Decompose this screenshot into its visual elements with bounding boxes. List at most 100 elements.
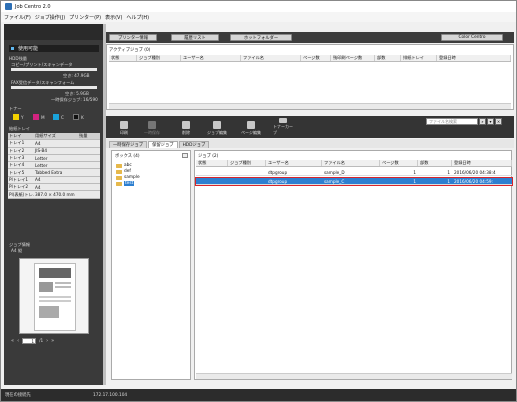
menu-job[interactable]: ジョブ操作(J) <box>35 14 65 21</box>
toner-c-label: C <box>61 115 64 120</box>
status-indicator-icon <box>11 47 14 50</box>
col-output-tray[interactable]: 排紙トレイ <box>401 55 437 61</box>
status-bar: 現在の接続先 172.17.100.104 <box>1 389 516 401</box>
preview-text-line <box>39 296 71 298</box>
preview-image-block <box>39 282 53 292</box>
print-tool[interactable]: 印刷 <box>114 118 134 136</box>
toner-k-label: K <box>81 115 84 120</box>
tab-temp-jobs[interactable]: 一時保存ジョブ <box>109 141 148 148</box>
tray-row: PIトレイ1 A4 <box>8 177 100 185</box>
preview-text-line <box>55 282 71 284</box>
window-title: Job Centro 2.0 <box>15 3 51 10</box>
page-edit-label: ページ編集 <box>241 130 261 135</box>
page-number-input[interactable]: 1 <box>22 337 37 344</box>
tray-size: 387.0 × 470.0 mm <box>35 192 75 198</box>
box-item[interactable]: sample <box>116 175 140 180</box>
box-item-selected[interactable]: test <box>116 181 135 186</box>
cell-date: 2016/06/20 04:38:4 <box>454 169 496 175</box>
tray-header-row: トレイ 用紙サイズ 残量 <box>8 133 100 141</box>
down-icon[interactable]: ▾ <box>487 118 494 125</box>
job-list-scrollbar[interactable] <box>196 373 512 379</box>
page-total: /1 <box>39 338 44 343</box>
active-jobs-panel: アクティブジョブ (0) 状態 ジョブ種別 ユーザー名 ファイル名 ページ数 残… <box>106 44 514 110</box>
menu-file[interactable]: ファイル(F) <box>4 14 31 21</box>
job-info-size: A4 縦 <box>11 248 23 253</box>
fax-data-bar <box>11 86 97 89</box>
menu-printer[interactable]: プリンター(P) <box>69 14 101 21</box>
job-edit-tool[interactable]: ジョブ編集 <box>207 118 227 136</box>
col-status[interactable]: 状態 <box>109 55 137 61</box>
box-label: def <box>124 169 131 174</box>
trash-icon <box>182 121 190 129</box>
tray-name: トレイ1 <box>9 140 25 146</box>
temp-jobs-text: 一時保存ジョブ: 16/590 <box>51 97 98 102</box>
tray-col-tray: トレイ <box>9 133 22 139</box>
printer-info-button[interactable]: プリンター情報 <box>109 34 157 41</box>
tray-name: トレイ3 <box>9 155 25 161</box>
temp-save-label: 一時保存 <box>144 130 160 135</box>
cell-copies: 1 <box>447 178 450 184</box>
menu-help[interactable]: ヘルプ(H) <box>126 14 149 21</box>
close-icon[interactable]: × <box>495 118 502 125</box>
folder-icon <box>116 169 122 174</box>
job-preview[interactable] <box>19 258 89 334</box>
job-list-header: 状態 ジョブ種別 ユーザー名 ファイル名 ページ数 部数 登録日時 <box>196 160 512 167</box>
hot-folder-button[interactable]: ホットフォルダー <box>230 34 292 41</box>
tray-row: トレイ5 Tabbed Extra <box>8 169 100 177</box>
color-centro-button[interactable]: Color Centro <box>441 34 503 41</box>
box-item[interactable]: abc <box>116 163 132 168</box>
col-copies[interactable]: 部数 <box>418 160 452 166</box>
next-page-icon[interactable]: › <box>46 338 48 344</box>
first-page-icon[interactable]: « <box>11 338 14 344</box>
tray-size: Letter <box>35 162 48 168</box>
delete-tool[interactable]: 削除 <box>176 118 196 136</box>
col-file[interactable]: ファイル名 <box>322 160 380 166</box>
table-row[interactable]: dtpgroup sample_D 1 1 2016/06/20 04:38:4 <box>196 169 512 176</box>
tray-size: Tabbed Extra <box>35 170 63 176</box>
toner-y-icon <box>13 114 19 120</box>
col-file[interactable]: ファイル名 <box>241 55 301 61</box>
print-icon <box>120 121 128 129</box>
col-job-type[interactable]: ジョブ種別 <box>137 55 181 61</box>
page-edit-tool[interactable]: ページ編集 <box>241 118 261 136</box>
search-icon[interactable]: ⌕ <box>479 118 486 125</box>
preview-image-block <box>39 306 59 318</box>
col-copies[interactable]: 部数 <box>375 55 401 61</box>
tab-hold-jobs[interactable]: 保留ジョブ <box>148 141 178 148</box>
prev-page-icon[interactable]: ‹ <box>17 338 19 344</box>
col-status[interactable]: 状態 <box>196 160 228 166</box>
col-user[interactable]: ユーザー名 <box>266 160 322 166</box>
tab-hdd-jobs[interactable]: HDDジョブ <box>178 141 210 148</box>
col-job-type[interactable]: ジョブ種別 <box>228 160 266 166</box>
folder-icon <box>116 181 122 186</box>
last-page-icon[interactable]: » <box>51 338 54 344</box>
col-pages[interactable]: ページ数 <box>301 55 331 61</box>
box-item[interactable]: def <box>116 169 131 174</box>
tray-table: トレイ 用紙サイズ 残量 トレイ1 A4 トレイ2 JIS-B4 トレイ3 Lette… <box>8 133 100 199</box>
cell-status <box>196 169 228 175</box>
col-date[interactable]: 登録日時 <box>452 160 512 166</box>
tray-name: PI(表紙)トレ… <box>9 191 34 197</box>
col-user[interactable]: ユーザー名 <box>181 55 241 61</box>
cell-status <box>196 178 228 184</box>
file-search-input[interactable]: ファイル名検索 <box>426 118 478 125</box>
menu-view[interactable]: 表示(V) <box>105 14 122 21</box>
col-remaining-pages[interactable]: 残印刷ページ数 <box>331 55 375 61</box>
grid-view-icon[interactable] <box>182 153 188 158</box>
tray-title: 給紙トレイ <box>9 126 30 131</box>
tray-name: トレイ2 <box>9 147 25 153</box>
tray-size: A4 <box>35 177 41 183</box>
active-jobs-scrollbar[interactable] <box>109 103 511 109</box>
tone-curve-tool[interactable]: トナーカーブ <box>273 118 293 136</box>
history-list-button[interactable]: 履歴リスト <box>171 34 219 41</box>
copy-data-bar <box>11 68 97 71</box>
connection-label: 現在の接続先 <box>5 393 31 398</box>
connection-ip: 172.17.100.104 <box>93 392 128 398</box>
col-pages[interactable]: ページ数 <box>380 160 418 166</box>
toner-label: トナー <box>9 106 22 111</box>
col-date[interactable]: 登録日時 <box>437 55 511 61</box>
temp-save-tool[interactable]: 一時保存 <box>142 118 162 136</box>
job-edit-label: ジョブ編集 <box>207 130 227 135</box>
folder-icon <box>116 163 122 168</box>
table-row-selected[interactable]: dtpgroup sample_C 1 1 2016/06/20 04:59: <box>195 177 513 186</box>
